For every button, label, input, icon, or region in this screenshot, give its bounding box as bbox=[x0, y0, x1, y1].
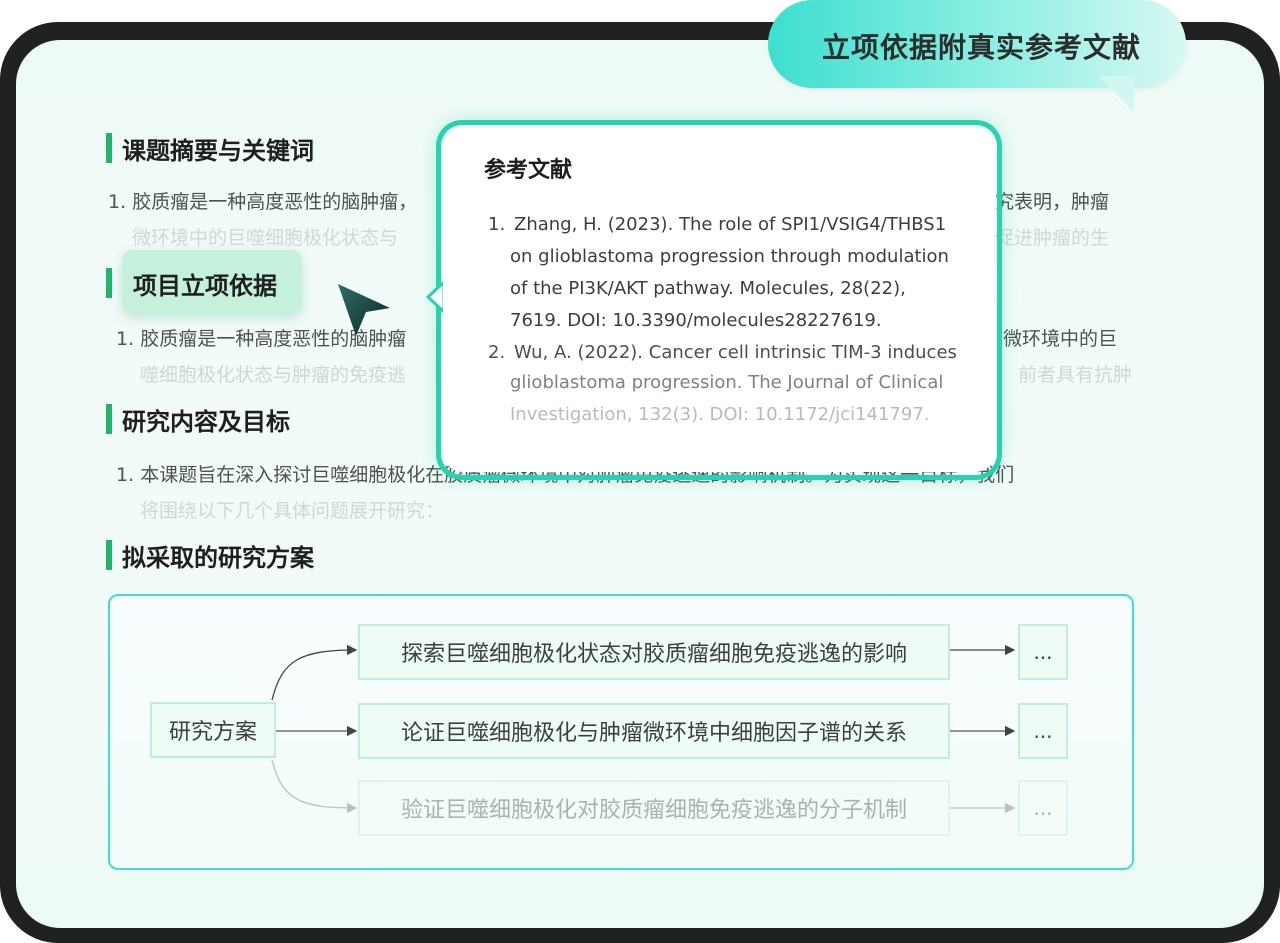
reference-1-line4: 7619. DOI: 10.3390/molecules28227619. bbox=[510, 310, 882, 331]
section-title-content[interactable]: 研究内容及目标 bbox=[122, 402, 290, 437]
section-marker bbox=[106, 404, 112, 434]
reference-1-line2: on glioblastoma progression through modu… bbox=[510, 246, 949, 267]
reference-2-line3: Investigation, 132(3). DOI: 10.1172/jci1… bbox=[510, 404, 930, 425]
banner-title: 立项依据附真实参考文献 bbox=[822, 31, 1142, 64]
plan-next-3[interactable]: ... bbox=[1018, 780, 1068, 836]
reference-1-line1: 1. Zhang, H. (2023). The role of SPI1/VSI… bbox=[488, 214, 947, 235]
section-content-line2: 将围绕以下几个具体问题展开研究： bbox=[140, 500, 445, 522]
pointer-cursor-icon bbox=[338, 284, 390, 336]
section-title-abstract[interactable]: 课题摘要与关键词 bbox=[122, 131, 314, 166]
plan-next-2[interactable]: ... bbox=[1018, 703, 1068, 759]
section-abstract-line1-right: 究表明，肿瘤 bbox=[995, 191, 1110, 213]
plan-branch-1[interactable]: 探索巨噬细胞极化状态对胶质瘤细胞免疫逃逸的影响 bbox=[358, 624, 950, 680]
popup-title: 参考文献 bbox=[484, 158, 573, 183]
section-basis-line2-right: 前者具有抗肿 bbox=[1018, 364, 1133, 386]
reference-2-line2: glioblastoma progression. The Journal of… bbox=[510, 372, 944, 393]
plan-next-1[interactable]: ... bbox=[1018, 624, 1068, 680]
section-title-basis[interactable]: 项目立项依据 bbox=[133, 266, 277, 301]
plan-branch-3[interactable]: 验证巨噬细胞极化对胶质瘤细胞免疫逃逸的分子机制 bbox=[358, 780, 950, 836]
section-marker bbox=[106, 133, 112, 163]
section-abstract-line1: 1. 胶质瘤是一种高度恶性的脑肿瘤， bbox=[108, 191, 418, 213]
reference-2-line1: 2. Wu, A. (2022). Cancer cell intrinsic T… bbox=[488, 342, 957, 363]
section-basis-line2: 噬细胞极化状态与肿瘤的免疫逃 bbox=[140, 364, 407, 386]
reference-1-line3: of the PI3K/AKT pathway. Molecules, 28(2… bbox=[510, 278, 906, 299]
plan-branch-2[interactable]: 论证巨噬细胞极化与肿瘤微环境中细胞因子谱的关系 bbox=[358, 703, 950, 759]
section-title-plan[interactable]: 拟采取的研究方案 bbox=[122, 538, 314, 573]
banner-tail bbox=[1098, 76, 1134, 112]
plan-root-node[interactable]: 研究方案 bbox=[150, 702, 276, 758]
section-abstract-line2-right: 促进肿瘤的生 bbox=[995, 227, 1110, 249]
section-marker bbox=[106, 268, 112, 298]
section-marker bbox=[106, 540, 112, 570]
popup-notch bbox=[426, 282, 448, 312]
section-basis-line1-right: 微环境中的巨 bbox=[1003, 328, 1118, 350]
